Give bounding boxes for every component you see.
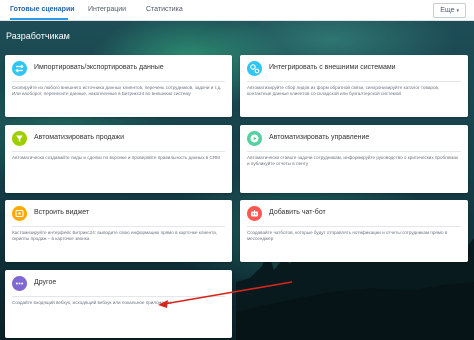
card-title: Импортировать/экспортировать данные <box>34 64 164 71</box>
play-icon <box>247 131 262 146</box>
tab-statistics[interactable]: Статистика <box>146 0 183 20</box>
more-button-label: Еще <box>440 7 455 14</box>
card-divider <box>12 226 225 227</box>
dots-icon <box>12 276 27 291</box>
card-divider <box>247 151 461 152</box>
card-description: Скопируйте из любого внешнего источника … <box>12 85 222 97</box>
page-title: Разработчикам <box>6 31 70 41</box>
card-divider <box>12 296 225 297</box>
card-title: Другое <box>34 279 57 286</box>
more-button[interactable]: Еще ▾ <box>433 3 466 18</box>
card-description: Автоматически создавайте лиды и сделки п… <box>12 155 220 160</box>
card-description: Кастомизируйте интерфейс Битрикс24: выво… <box>12 230 218 242</box>
card-title: Автоматизировать управление <box>269 134 370 141</box>
swap-arrows-icon <box>12 61 27 76</box>
card-title: Добавить чат-бот <box>269 209 326 216</box>
funnel-icon <box>12 131 27 146</box>
card-automate-management[interactable]: Автоматизировать управление Автоматическ… <box>240 125 468 193</box>
card-other[interactable]: Другое Создайте входящий вебхук, исходящ… <box>5 270 232 338</box>
tab-ready-scenarios[interactable]: Готовые сценарии <box>10 0 75 20</box>
active-tab-indicator <box>10 18 68 20</box>
card-integrate[interactable]: Интегрировать с внешними системами Автом… <box>240 55 468 117</box>
tab-integrations[interactable]: Интеграции <box>88 0 126 20</box>
gears-icon <box>247 61 262 76</box>
card-description: Автоматизируйте сбор лидов из форм обрат… <box>247 85 440 97</box>
chevron-down-icon: ▾ <box>456 8 459 14</box>
card-widget[interactable]: Встроить виджет Кастомизируйте интерфейс… <box>5 200 232 262</box>
card-divider <box>12 81 225 82</box>
card-title: Интегрировать с внешними системами <box>269 64 396 71</box>
card-description: Создайте входящий вебхук, исходящий вебх… <box>12 300 172 305</box>
card-divider <box>247 226 461 227</box>
top-tab-bar: Готовые сценарии Интеграции Статистика Е… <box>0 0 474 21</box>
bot-icon <box>247 206 262 221</box>
card-chatbot[interactable]: Добавить чат-бот Создавайте чатботов, ко… <box>240 200 468 262</box>
widget-icon <box>12 206 27 221</box>
card-divider <box>12 151 225 152</box>
card-title: Автоматизировать продажи <box>34 134 124 141</box>
card-divider <box>247 81 461 82</box>
card-title: Встроить виджет <box>34 209 90 216</box>
card-description: Создавайте чатботов, которые будут отпра… <box>247 230 448 242</box>
card-automate-sales[interactable]: Автоматизировать продажи Автоматически с… <box>5 125 232 193</box>
card-import-export[interactable]: Импортировать/экспортировать данные Скоп… <box>5 55 232 117</box>
card-description: Автоматически ставьте задачи сотрудникам… <box>247 155 459 167</box>
